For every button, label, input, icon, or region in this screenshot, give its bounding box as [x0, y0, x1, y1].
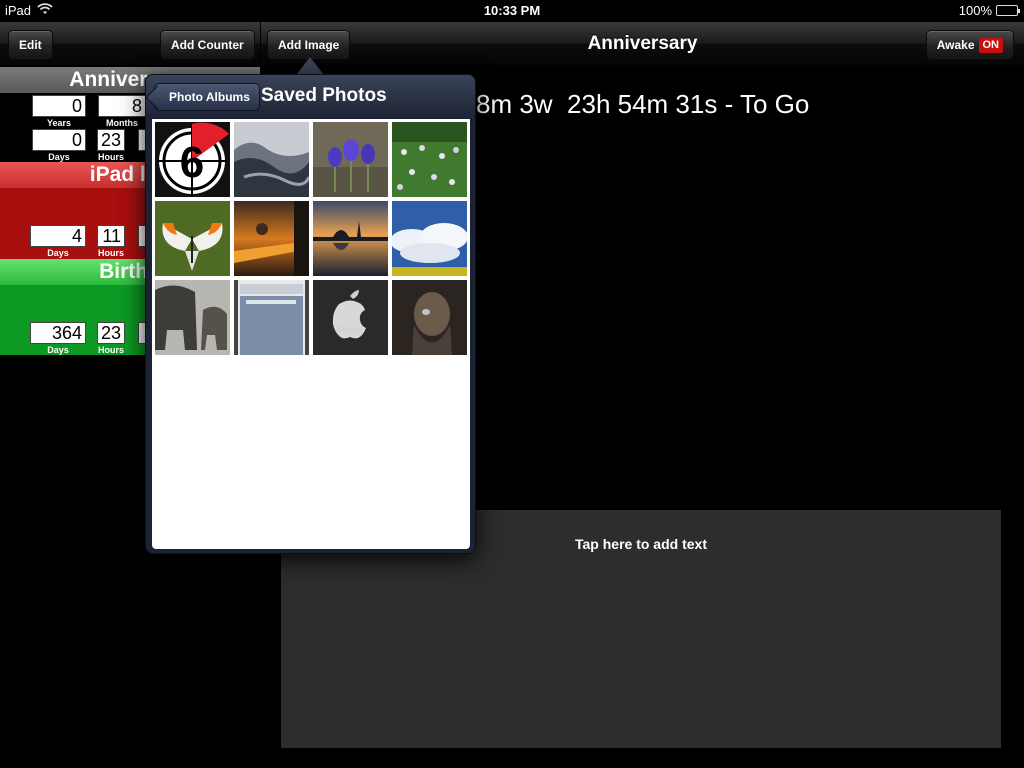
hours-unit: Hours: [97, 152, 124, 162]
photo-thumb-6[interactable]: [234, 201, 309, 276]
hours-unit: Hours: [97, 345, 124, 355]
photo-thumb-8[interactable]: [392, 201, 467, 276]
popover-arrow: [296, 57, 324, 75]
photo-albums-back-button[interactable]: Photo Albums: [154, 83, 260, 111]
awake-label: Awake: [936, 38, 975, 52]
photo-grid: 6 iPhone: [152, 119, 470, 549]
photo-thumb-1[interactable]: 6: [155, 122, 230, 197]
years-value: 0: [32, 95, 86, 117]
months-unit: Months: [106, 118, 138, 128]
status-time: 10:33 PM: [483, 3, 541, 18]
add-counter-button[interactable]: Add Counter: [160, 30, 255, 60]
sky-clouds-photo: [392, 201, 467, 276]
photo-thumb-5[interactable]: [155, 201, 230, 276]
purple-flowers-photo: [313, 122, 388, 197]
hours-value: 23: [97, 129, 125, 151]
photo-picker-popover: Photo Albums Saved Photos 6 iPhone: [145, 74, 476, 554]
days-value: 4: [30, 225, 86, 247]
sunset-road-photo: [234, 201, 309, 276]
battery-icon: [996, 5, 1020, 16]
apple-iphone-photo: [313, 280, 388, 355]
battery-percent: 100%: [958, 3, 992, 18]
countdown-display: 8m 3w 23h 54m 31s - To Go: [476, 89, 810, 119]
detail-nav-bar: Add Image Anniversary Awake ON: [261, 22, 1024, 66]
days-value: 364: [30, 322, 86, 344]
photo-thumb-2[interactable]: [234, 122, 309, 197]
green-field-flowers-photo: [392, 122, 467, 197]
days-value: 0: [32, 129, 86, 151]
photo-thumb-10[interactable]: [234, 280, 309, 355]
screenshot-photo: [234, 280, 309, 355]
days-unit: Days: [47, 248, 69, 258]
photo-thumb-9[interactable]: [155, 280, 230, 355]
hours-value: 11: [97, 225, 125, 247]
hours-value: 23: [97, 322, 125, 344]
photo-thumb-11[interactable]: iPhone: [313, 280, 388, 355]
photo-thumb-3[interactable]: [313, 122, 388, 197]
awake-toggle-button[interactable]: Awake ON: [925, 30, 1014, 60]
butterfly-photo: [155, 201, 230, 276]
awake-state-badge: ON: [978, 38, 1003, 53]
popover-title: Saved Photos: [261, 85, 387, 106]
photo-thumb-4[interactable]: [392, 122, 467, 197]
rocky-water-photo: [234, 122, 309, 197]
edit-button[interactable]: Edit: [8, 30, 53, 60]
taj-reflection-photo: [313, 201, 388, 276]
years-unit: Years: [46, 118, 72, 128]
photo-thumb-7[interactable]: [313, 201, 388, 276]
hours-unit: Hours: [97, 248, 124, 258]
months-value: 8: [98, 95, 146, 117]
page-title: Anniversary: [587, 33, 698, 54]
countdown-6-icon: 6: [155, 122, 230, 197]
photo-thumb-12[interactable]: [392, 280, 467, 355]
status-bar: iPad 10:33 PM 100%: [0, 0, 1024, 22]
add-image-button[interactable]: Add Image: [267, 30, 351, 60]
days-unit: Days: [47, 345, 69, 355]
days-unit: Days: [48, 152, 70, 162]
apple-caption: iPhone: [336, 325, 365, 335]
elephants-photo: [155, 280, 230, 355]
counters-nav-bar: Edit Add Counter: [0, 22, 260, 66]
svg-text:6: 6: [180, 138, 204, 187]
portrait-photo: [392, 280, 467, 355]
